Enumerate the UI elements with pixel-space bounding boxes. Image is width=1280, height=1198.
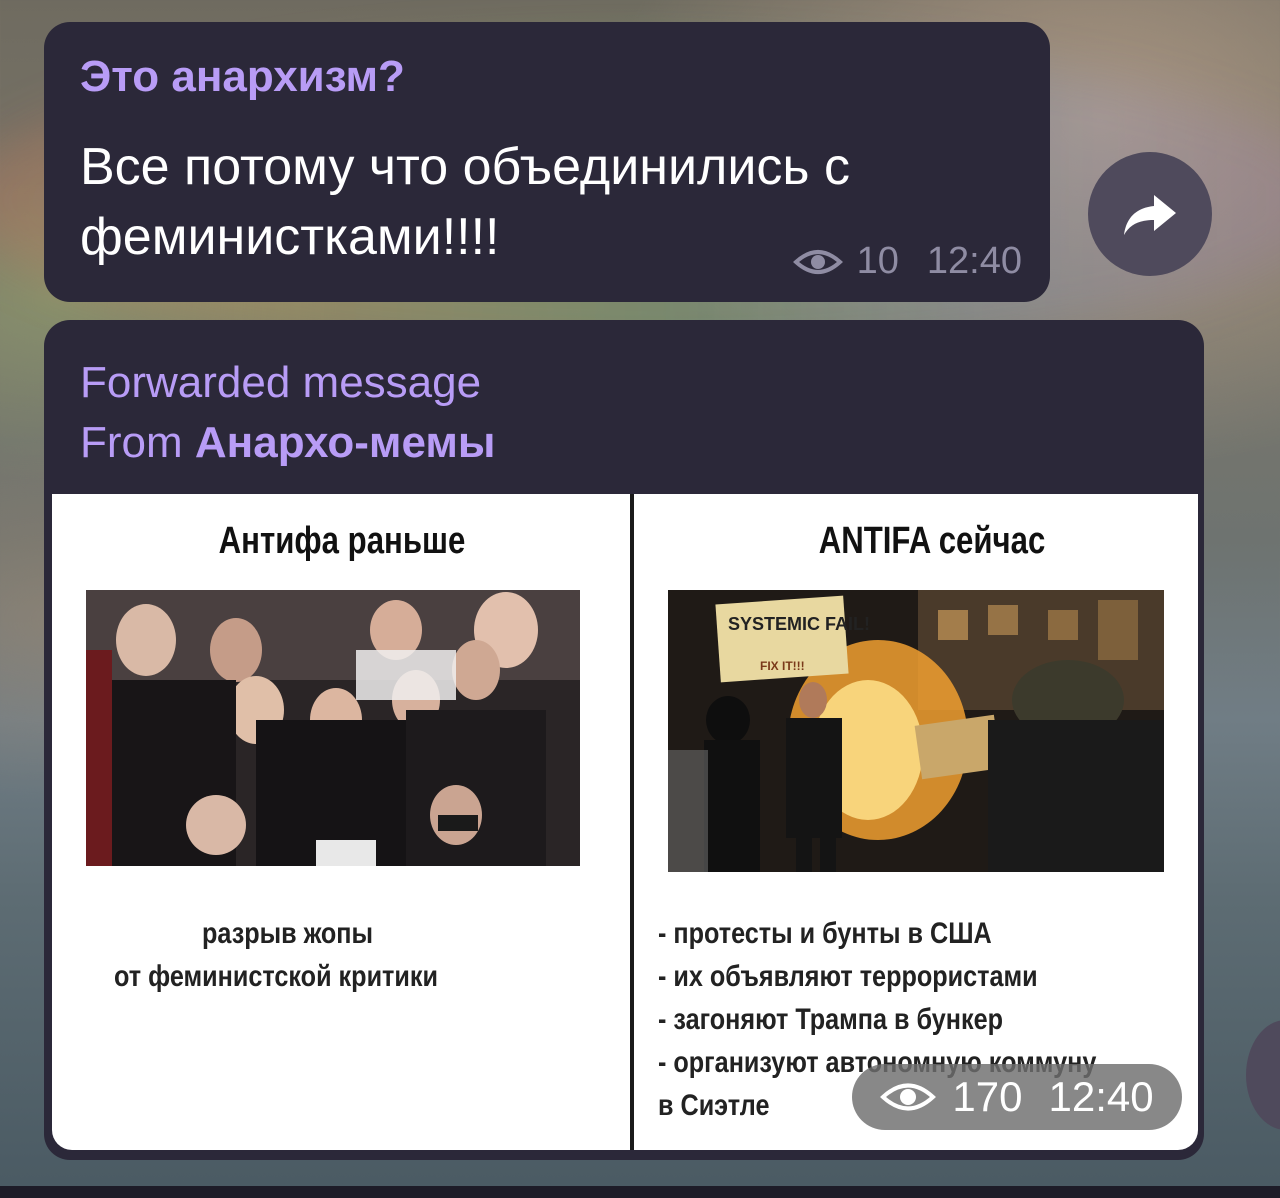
view-count: 170 xyxy=(952,1073,1023,1120)
message-time: 12:40 xyxy=(926,240,1022,282)
channel-name[interactable]: Анархо-мемы xyxy=(195,418,496,467)
left-caption-line-1: разрыв жопы xyxy=(202,917,374,950)
photo-old-antifa-crowd xyxy=(86,590,580,866)
right-panel-title: ANTIFA сейчас xyxy=(818,520,1046,562)
scroll-down-button[interactable] xyxy=(1246,1020,1280,1130)
forwarded-from[interactable]: From Анархо-мемы xyxy=(80,418,495,468)
meme-image[interactable]: Антифа раньше разрыв жопы от феминистско… xyxy=(52,494,1198,1150)
left-panel-title: Антифа раньше xyxy=(218,520,466,562)
panel-divider xyxy=(630,494,634,1150)
from-label: From xyxy=(80,418,183,467)
message-time: 12:40 xyxy=(1048,1073,1154,1120)
forwarded-label: Forwarded message xyxy=(80,358,482,407)
image-meta-pill: 170 12:40 xyxy=(852,1064,1182,1130)
right-caption-line-2: - их объявляют террористами xyxy=(658,960,1038,993)
input-bar-edge xyxy=(0,1186,1280,1198)
photo-protest-fire: SYSTEMIC FAIL! FIX IT!!! xyxy=(668,590,1164,872)
right-caption-line-1: - протесты и бунты в США xyxy=(658,917,992,950)
right-caption-line-5: в Сиэтле xyxy=(658,1089,770,1122)
right-caption-line-3: - загоняют Трампа в бункер xyxy=(658,1003,1004,1036)
protest-sign-text-1: SYSTEMIC FAIL! xyxy=(728,614,870,634)
left-caption-line-2: от феминистской критики xyxy=(114,960,439,993)
eye-icon xyxy=(792,249,843,274)
view-count: 10 xyxy=(856,240,899,282)
forwarded-message-bubble[interactable]: Forwarded message From Анархо-мемы Антиф… xyxy=(44,320,1204,1160)
eye-icon xyxy=(880,1083,937,1111)
message-author[interactable]: Это анархизм? xyxy=(80,52,405,102)
share-button[interactable] xyxy=(1088,152,1212,276)
message-bubble[interactable]: Это анархизм? Все потому что объединилис… xyxy=(44,22,1050,302)
share-arrow-icon xyxy=(1124,195,1176,235)
protest-sign-text-2: FIX IT!!! xyxy=(760,659,805,673)
message-meta: 10 12:40 xyxy=(792,240,1022,283)
